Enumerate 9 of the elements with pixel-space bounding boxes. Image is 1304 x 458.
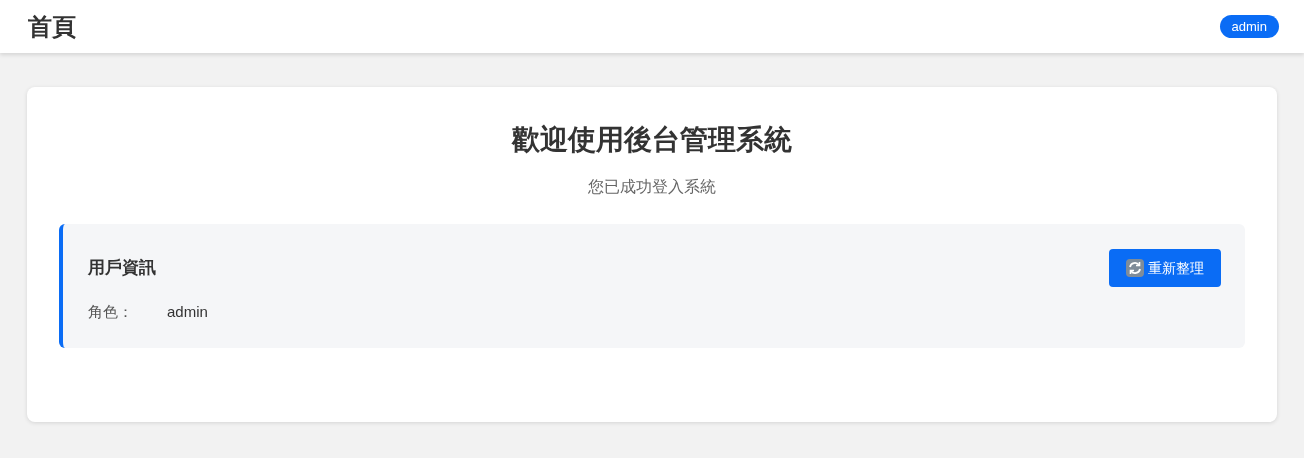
welcome-title: 歡迎使用後台管理系統 (510, 123, 793, 157)
user-info-title: 用戶資訊 (88, 257, 157, 279)
field-label: 角色： (88, 301, 134, 322)
refresh-button[interactable]: 重新整理 (1109, 249, 1221, 287)
field-value: admin (167, 301, 208, 322)
page-title: 首頁 (28, 11, 76, 42)
welcome-subtitle: 您已成功登入系統 (587, 177, 717, 197)
refresh-icon (1126, 259, 1144, 277)
user-badge: admin (1219, 15, 1279, 38)
